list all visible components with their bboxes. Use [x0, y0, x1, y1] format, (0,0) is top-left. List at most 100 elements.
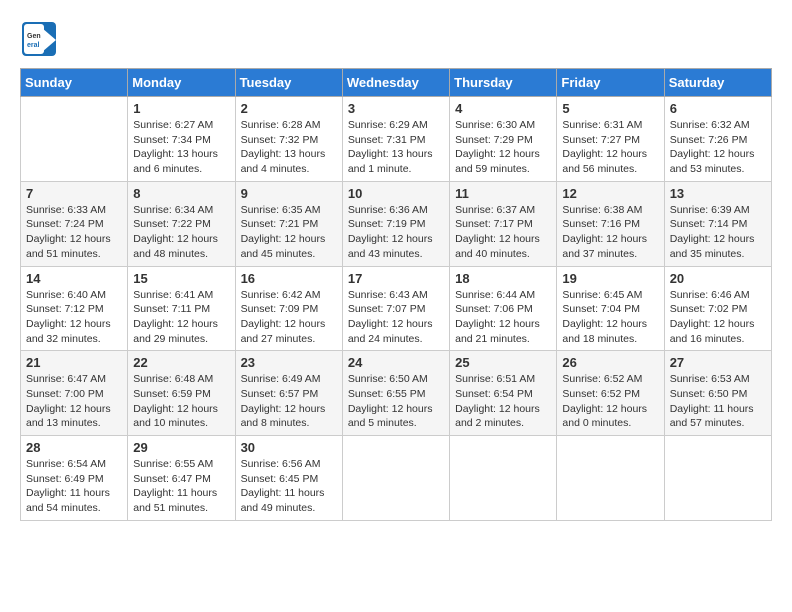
calendar-cell: 4 Sunrise: 6:30 AM Sunset: 7:29 PM Daylig… — [450, 97, 557, 182]
day-number: 18 — [455, 271, 551, 286]
calendar-body: 1Sunrise: 6:27 AM Sunset: 7:34 PM Daylig… — [21, 97, 772, 521]
day-number: 14 — [26, 271, 122, 286]
calendar-cell — [450, 436, 557, 521]
cell-info: Sunrise: 6:55 AM Sunset: 6:47 PM Dayligh… — [133, 457, 229, 516]
day-number: 1 — [133, 101, 229, 116]
cell-info: Sunrise: 6:36 AM Sunset: 7:19 PM Dayligh… — [348, 203, 444, 262]
day-number: 24 — [348, 355, 444, 370]
calendar-cell: 22Sunrise: 6:48 AM Sunset: 6:59 PM Dayli… — [128, 351, 235, 436]
day-number: 12 — [562, 186, 658, 201]
cell-info: Sunrise: 6:50 AM Sunset: 6:55 PM Dayligh… — [348, 372, 444, 431]
cell-info: Sunrise: 6:49 AM Sunset: 6:57 PM Dayligh… — [241, 372, 337, 431]
day-number: 17 — [348, 271, 444, 286]
cell-info: Sunrise: 6:51 AM Sunset: 6:54 PM Dayligh… — [455, 372, 551, 431]
calendar-cell: 17 Sunrise: 6:43 AM Sunset: 7:07 PM Dayli… — [342, 266, 449, 351]
page-header: Gen eral — [20, 20, 772, 58]
calendar-cell: 14Sunrise: 6:40 AM Sunset: 7:12 PM Dayli… — [21, 266, 128, 351]
day-number: 4 — [455, 101, 551, 116]
day-number: 15 — [133, 271, 229, 286]
day-number: 13 — [670, 186, 766, 201]
day-number: 28 — [26, 440, 122, 455]
calendar-cell: 25 Sunrise: 6:51 AM Sunset: 6:54 PM Dayli… — [450, 351, 557, 436]
cell-info: Sunrise: 6:34 AM Sunset: 7:22 PM Dayligh… — [133, 203, 229, 262]
calendar-cell: 18Sunrise: 6:44 AM Sunset: 7:06 PM Dayli… — [450, 266, 557, 351]
calendar-cell: 10 Sunrise: 6:36 AM Sunset: 7:19 PM Dayli… — [342, 181, 449, 266]
calendar-cell — [342, 436, 449, 521]
day-number: 8 — [133, 186, 229, 201]
column-header-friday: Friday — [557, 69, 664, 97]
day-number: 5 — [562, 101, 658, 116]
day-number: 22 — [133, 355, 229, 370]
calendar-cell: 23 Sunrise: 6:49 AM Sunset: 6:57 PM Dayli… — [235, 351, 342, 436]
column-header-saturday: Saturday — [664, 69, 771, 97]
header-row: SundayMondayTuesdayWednesdayThursdayFrid… — [21, 69, 772, 97]
week-row-3: 21 Sunrise: 6:47 AM Sunset: 7:00 PM Dayli… — [21, 351, 772, 436]
week-row-4: 28 Sunrise: 6:54 AM Sunset: 6:49 PM Dayli… — [21, 436, 772, 521]
calendar-cell: 30Sunrise: 6:56 AM Sunset: 6:45 PM Dayli… — [235, 436, 342, 521]
day-number: 9 — [241, 186, 337, 201]
column-header-thursday: Thursday — [450, 69, 557, 97]
day-number: 2 — [241, 101, 337, 116]
calendar-cell: 7 Sunrise: 6:33 AM Sunset: 7:24 PM Daylig… — [21, 181, 128, 266]
day-number: 10 — [348, 186, 444, 201]
cell-info: Sunrise: 6:29 AM Sunset: 7:31 PM Dayligh… — [348, 118, 444, 177]
day-number: 26 — [562, 355, 658, 370]
cell-info: Sunrise: 6:43 AM Sunset: 7:07 PM Dayligh… — [348, 288, 444, 347]
calendar-cell: 19 Sunrise: 6:45 AM Sunset: 7:04 PM Dayli… — [557, 266, 664, 351]
cell-info: Sunrise: 6:39 AM Sunset: 7:14 PM Dayligh… — [670, 203, 766, 262]
day-number: 30 — [241, 440, 337, 455]
svg-text:eral: eral — [27, 42, 40, 49]
day-number: 20 — [670, 271, 766, 286]
calendar-cell: 27 Sunrise: 6:53 AM Sunset: 6:50 PM Dayli… — [664, 351, 771, 436]
day-number: 29 — [133, 440, 229, 455]
logo-icon: Gen eral — [20, 20, 58, 58]
calendar-cell: 16 Sunrise: 6:42 AM Sunset: 7:09 PM Dayli… — [235, 266, 342, 351]
cell-info: Sunrise: 6:42 AM Sunset: 7:09 PM Dayligh… — [241, 288, 337, 347]
column-header-sunday: Sunday — [21, 69, 128, 97]
cell-info: Sunrise: 6:28 AM Sunset: 7:32 PM Dayligh… — [241, 118, 337, 177]
cell-info: Sunrise: 6:45 AM Sunset: 7:04 PM Dayligh… — [562, 288, 658, 347]
calendar-cell: 15 Sunrise: 6:41 AM Sunset: 7:11 PM Dayli… — [128, 266, 235, 351]
calendar-cell: 20 Sunrise: 6:46 AM Sunset: 7:02 PM Dayli… — [664, 266, 771, 351]
cell-info: Sunrise: 6:33 AM Sunset: 7:24 PM Dayligh… — [26, 203, 122, 262]
cell-info: Sunrise: 6:32 AM Sunset: 7:26 PM Dayligh… — [670, 118, 766, 177]
calendar-cell — [21, 97, 128, 182]
week-row-1: 7 Sunrise: 6:33 AM Sunset: 7:24 PM Daylig… — [21, 181, 772, 266]
calendar-cell: 11Sunrise: 6:37 AM Sunset: 7:17 PM Dayli… — [450, 181, 557, 266]
cell-info: Sunrise: 6:54 AM Sunset: 6:49 PM Dayligh… — [26, 457, 122, 516]
calendar-cell: 9 Sunrise: 6:35 AM Sunset: 7:21 PM Daylig… — [235, 181, 342, 266]
calendar-cell: 13 Sunrise: 6:39 AM Sunset: 7:14 PM Dayli… — [664, 181, 771, 266]
cell-info: Sunrise: 6:30 AM Sunset: 7:29 PM Dayligh… — [455, 118, 551, 177]
day-number: 23 — [241, 355, 337, 370]
day-number: 21 — [26, 355, 122, 370]
calendar-cell — [664, 436, 771, 521]
calendar-cell: 5 Sunrise: 6:31 AM Sunset: 7:27 PM Daylig… — [557, 97, 664, 182]
calendar-cell: 26Sunrise: 6:52 AM Sunset: 6:52 PM Dayli… — [557, 351, 664, 436]
cell-info: Sunrise: 6:41 AM Sunset: 7:11 PM Dayligh… — [133, 288, 229, 347]
day-number: 11 — [455, 186, 551, 201]
cell-info: Sunrise: 6:46 AM Sunset: 7:02 PM Dayligh… — [670, 288, 766, 347]
calendar-table: SundayMondayTuesdayWednesdayThursdayFrid… — [20, 68, 772, 521]
column-header-wednesday: Wednesday — [342, 69, 449, 97]
day-number: 19 — [562, 271, 658, 286]
calendar-cell — [557, 436, 664, 521]
calendar-cell: 21 Sunrise: 6:47 AM Sunset: 7:00 PM Dayli… — [21, 351, 128, 436]
day-number: 6 — [670, 101, 766, 116]
calendar-cell: 3 Sunrise: 6:29 AM Sunset: 7:31 PM Daylig… — [342, 97, 449, 182]
cell-info: Sunrise: 6:53 AM Sunset: 6:50 PM Dayligh… — [670, 372, 766, 431]
cell-info: Sunrise: 6:35 AM Sunset: 7:21 PM Dayligh… — [241, 203, 337, 262]
logo: Gen eral — [20, 20, 62, 58]
week-row-2: 14Sunrise: 6:40 AM Sunset: 7:12 PM Dayli… — [21, 266, 772, 351]
calendar-cell: 1Sunrise: 6:27 AM Sunset: 7:34 PM Daylig… — [128, 97, 235, 182]
day-number: 7 — [26, 186, 122, 201]
cell-info: Sunrise: 6:31 AM Sunset: 7:27 PM Dayligh… — [562, 118, 658, 177]
calendar-header: SundayMondayTuesdayWednesdayThursdayFrid… — [21, 69, 772, 97]
calendar-cell: 2 Sunrise: 6:28 AM Sunset: 7:32 PM Daylig… — [235, 97, 342, 182]
day-number: 3 — [348, 101, 444, 116]
day-number: 16 — [241, 271, 337, 286]
day-number: 25 — [455, 355, 551, 370]
cell-info: Sunrise: 6:47 AM Sunset: 7:00 PM Dayligh… — [26, 372, 122, 431]
day-number: 27 — [670, 355, 766, 370]
svg-text:Gen: Gen — [27, 33, 41, 40]
calendar-cell: 28 Sunrise: 6:54 AM Sunset: 6:49 PM Dayli… — [21, 436, 128, 521]
